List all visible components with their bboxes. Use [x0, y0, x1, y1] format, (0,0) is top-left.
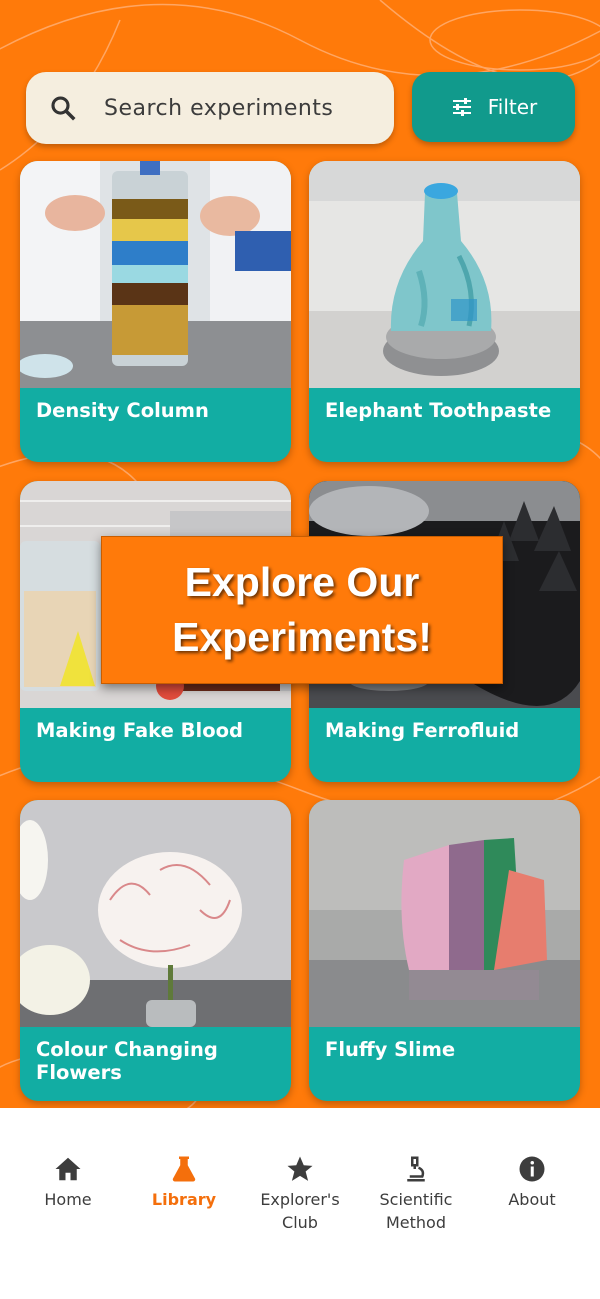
- experiment-card-density-column[interactable]: Density Column: [20, 161, 291, 462]
- tab-about[interactable]: About: [474, 1154, 590, 1211]
- search-icon: [51, 96, 76, 121]
- tune-icon: [452, 98, 471, 116]
- search-placeholder[interactable]: Search experiments: [104, 96, 333, 121]
- experiment-card-fluffy-slime[interactable]: Fluffy Slime: [309, 800, 580, 1101]
- card-title: Density Column: [36, 399, 209, 422]
- tab-home-label: Home: [44, 1190, 92, 1209]
- tab-library-label: Library: [151, 1190, 217, 1209]
- filter-button[interactable]: Filter: [412, 72, 575, 142]
- experiment-card-elephant-toothpaste[interactable]: Elephant Toothpaste: [309, 161, 580, 462]
- tab-scientific-method[interactable]: Scientific Method: [358, 1154, 474, 1234]
- card-title: Elephant Toothpaste: [325, 399, 552, 422]
- fluffy-slime-image: [309, 800, 580, 1027]
- explore-banner: Explore Our Experiments!: [101, 536, 503, 684]
- density-column-image: [20, 161, 291, 388]
- banner-line-1: Explore Our: [184, 559, 420, 605]
- home-icon: [55, 1157, 81, 1181]
- colour-changing-flowers-image: [20, 800, 291, 1027]
- tab-about-label: About: [508, 1190, 556, 1209]
- tab-home[interactable]: Home: [10, 1154, 126, 1211]
- tab-explorers-club[interactable]: Explorer's Club: [242, 1154, 358, 1234]
- card-title: Making Fake Blood: [36, 719, 243, 742]
- banner-line-2: Experiments!: [172, 614, 432, 660]
- tab-library[interactable]: Library: [126, 1154, 242, 1211]
- filter-label: Filter: [487, 95, 538, 119]
- flask-icon: [172, 1156, 196, 1182]
- tab-explorers-club-label: Explorer's Club: [260, 1190, 340, 1232]
- card-title: Making Ferrofluid: [325, 719, 520, 742]
- bottom-tab-bar: Home Library Explorer's Club Scientific …: [0, 1108, 600, 1299]
- elephant-toothpaste-image: [309, 161, 580, 388]
- star-icon: [287, 1156, 313, 1181]
- microscope-icon: [407, 1156, 425, 1182]
- card-title: Fluffy Slime: [325, 1038, 456, 1061]
- tab-scientific-method-label: Scientific Method: [379, 1190, 453, 1232]
- info-icon: [519, 1156, 545, 1182]
- search-bar[interactable]: Search experiments: [26, 72, 394, 144]
- experiment-card-colour-changing-flowers[interactable]: Colour Changing Flowers: [20, 800, 291, 1101]
- card-title: Colour Changing Flowers: [36, 1038, 218, 1084]
